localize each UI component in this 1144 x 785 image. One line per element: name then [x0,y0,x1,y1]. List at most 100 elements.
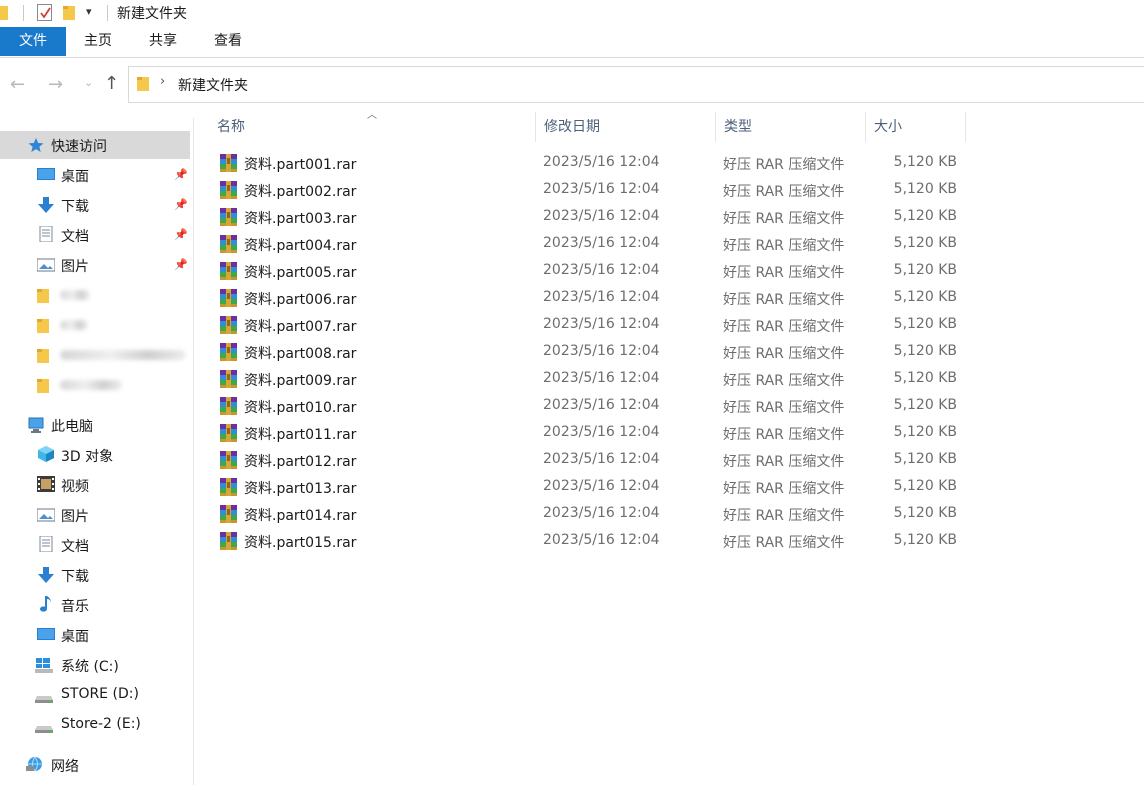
file-type: 好压 RAR 压缩文件 [723,400,845,416]
pin-icon[interactable]: 📌 [174,168,188,181]
sidebar-item-folder[interactable] [0,341,190,369]
file-name[interactable]: 资料.part013.rar [244,478,356,498]
file-name[interactable]: 资料.part002.rar [244,181,356,201]
tab-share[interactable]: 共享 [142,27,184,56]
breadcrumb-chevron-icon[interactable]: › [160,74,165,89]
tab-home[interactable]: 主页 [78,27,118,56]
file-size: 5,120 KB [893,181,957,197]
file-date: 2023/5/16 12:04 [543,370,660,386]
file-row[interactable]: 资料.part003.rar 2023/5/16 12:04 好压 RAR 压缩文件… [214,204,964,231]
file-name[interactable]: 资料.part001.rar [244,154,356,174]
sidebar-item-downloads[interactable]: 下载 [0,561,190,589]
redacted-label [60,320,88,330]
file-row[interactable]: 资料.part013.rar 2023/5/16 12:04 好压 RAR 压缩文件… [214,474,964,501]
column-header-type[interactable]: 类型 [716,112,866,142]
new-folder-icon[interactable] [63,4,75,20]
file-name[interactable]: 资料.part003.rar [244,208,356,228]
tab-view[interactable]: 查看 [207,27,249,56]
sidebar-item-3d-objects[interactable]: 3D 对象 [0,441,190,469]
sidebar-item-label: 此电脑 [51,419,93,435]
rar-archive-icon [219,316,238,334]
file-row[interactable]: 资料.part006.rar 2023/5/16 12:04 好压 RAR 压缩文件… [214,285,964,312]
sidebar-item-network[interactable]: 网络 [0,751,190,779]
file-row[interactable]: 资料.part011.rar 2023/5/16 12:04 好压 RAR 压缩文件… [214,420,964,447]
file-name[interactable]: 资料.part012.rar [244,451,356,471]
sidebar-item-music[interactable]: 音乐 [0,591,190,619]
pin-icon[interactable]: 📌 [174,198,188,211]
breadcrumb[interactable]: 新建文件夹 [178,75,248,95]
sidebar-item-drive-c[interactable]: 系统 (C:) [0,651,190,679]
file-name[interactable]: 资料.part010.rar [244,397,356,417]
file-name[interactable]: 资料.part008.rar [244,343,356,363]
file-name[interactable]: 资料.part004.rar [244,235,356,255]
sidebar-item-label: 视频 [61,479,89,495]
download-icon [38,567,54,583]
file-type: 好压 RAR 压缩文件 [723,373,845,389]
forward-arrow-icon[interactable]: → [48,74,63,95]
file-size: 5,120 KB [893,154,957,170]
file-name[interactable]: 资料.part005.rar [244,262,356,282]
picture-icon [37,508,55,522]
file-name[interactable]: 资料.part015.rar [244,532,356,552]
file-row[interactable]: 资料.part009.rar 2023/5/16 12:04 好压 RAR 压缩文件… [214,366,964,393]
file-row[interactable]: 资料.part008.rar 2023/5/16 12:04 好压 RAR 压缩文件… [214,339,964,366]
sidebar-item-pictures[interactable]: 图片 [0,501,190,529]
sidebar-item-drive-d[interactable]: STORE (D:) [0,681,190,709]
file-row[interactable]: 资料.part014.rar 2023/5/16 12:04 好压 RAR 压缩文件… [214,501,964,528]
folder-icon[interactable] [0,4,8,20]
column-header-size[interactable]: 大小 [866,112,966,142]
file-name[interactable]: 资料.part006.rar [244,289,356,309]
file-name[interactable]: 资料.part014.rar [244,505,356,525]
sidebar-item-this-pc[interactable]: 此电脑 [0,411,190,439]
sidebar-item-desktop[interactable]: 桌面 [0,621,190,649]
pin-icon[interactable]: 📌 [174,258,188,271]
sidebar-item-label: 音乐 [61,599,89,615]
sidebar-item-folder[interactable] [0,311,190,339]
sidebar-item-quick-access[interactable]: 快速访问 [0,131,190,159]
file-type: 好压 RAR 压缩文件 [723,508,845,524]
rar-archive-icon [219,505,238,523]
file-row[interactable]: 资料.part001.rar 2023/5/16 12:04 好压 RAR 压缩文件… [214,150,964,177]
sidebar-item-drive-e[interactable]: Store-2 (E:) [0,711,190,739]
file-name[interactable]: 资料.part007.rar [244,316,356,336]
file-row[interactable]: 资料.part005.rar 2023/5/16 12:04 好压 RAR 压缩文件… [214,258,964,285]
file-date: 2023/5/16 12:04 [543,154,660,170]
rar-archive-icon [219,235,238,253]
sidebar-item-folder[interactable] [0,281,190,309]
sidebar-item-folder[interactable] [0,371,190,399]
file-date: 2023/5/16 12:04 [543,532,660,548]
file-date: 2023/5/16 12:04 [543,181,660,197]
sidebar-item-label: 网络 [51,759,79,775]
properties-icon[interactable] [37,4,52,21]
customize-quick-access-icon[interactable]: ▾ [86,5,92,18]
tab-file[interactable]: 文件 [0,27,66,56]
sidebar-item-pictures[interactable]: 图片 📌 [0,251,190,279]
sidebar-item-documents[interactable]: 文档 📌 [0,221,190,249]
sidebar-item-documents[interactable]: 文档 [0,531,190,559]
file-row[interactable]: 资料.part007.rar 2023/5/16 12:04 好压 RAR 压缩文件… [214,312,964,339]
recent-locations-chevron-icon[interactable]: ⌄ [84,76,93,89]
sidebar-item-downloads[interactable]: 下载 📌 [0,191,190,219]
file-row[interactable]: 资料.part012.rar 2023/5/16 12:04 好压 RAR 压缩文件… [214,447,964,474]
sidebar-item-desktop[interactable]: 桌面 📌 [0,161,190,189]
windows-drive-icon [35,658,53,673]
back-arrow-icon[interactable]: ← [10,74,25,95]
column-header-date[interactable]: 修改日期 [536,112,716,142]
up-arrow-icon[interactable]: ↑ [104,73,119,94]
address-bar[interactable]: › 新建文件夹 [128,66,1144,103]
pin-icon[interactable]: 📌 [174,228,188,241]
column-header-name[interactable]: 名称 [209,112,536,142]
sidebar-item-videos[interactable]: 视频 [0,471,190,499]
title-bar: ▾ 新建文件夹 [0,0,1144,27]
file-row[interactable]: 资料.part010.rar 2023/5/16 12:04 好压 RAR 压缩文件… [214,393,964,420]
file-row[interactable]: 资料.part004.rar 2023/5/16 12:04 好压 RAR 压缩文件… [214,231,964,258]
sidebar-item-label: 文档 [61,229,89,245]
file-row[interactable]: 资料.part015.rar 2023/5/16 12:04 好压 RAR 压缩文件… [214,528,964,555]
rar-archive-icon [219,424,238,442]
file-size: 5,120 KB [893,343,957,359]
file-row[interactable]: 资料.part002.rar 2023/5/16 12:04 好压 RAR 压缩文件… [214,177,964,204]
file-name[interactable]: 资料.part009.rar [244,370,356,390]
file-name[interactable]: 资料.part011.rar [244,424,356,444]
file-size: 5,120 KB [893,235,957,251]
file-type: 好压 RAR 压缩文件 [723,319,845,335]
